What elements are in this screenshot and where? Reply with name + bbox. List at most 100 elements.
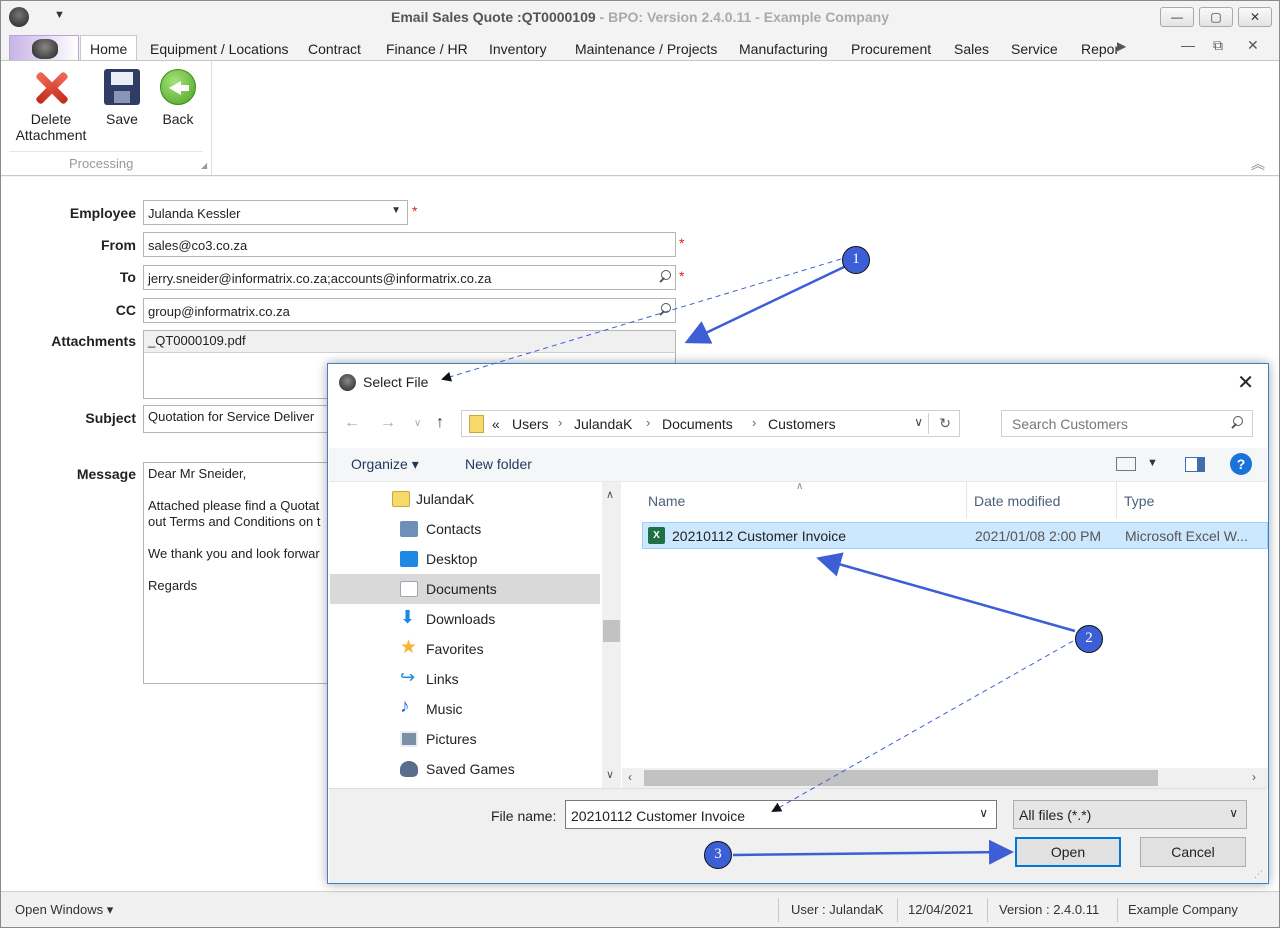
tab-reports[interactable]: Repor xyxy=(1081,41,1119,57)
nav-item-saved-games[interactable]: Saved Games xyxy=(330,754,600,784)
nav-item-music[interactable]: ♪ Music xyxy=(330,694,600,724)
dialog-close-button[interactable]: ✕ xyxy=(1237,370,1254,395)
tab-maintenance-projects[interactable]: Maintenance / Projects xyxy=(575,41,717,57)
navigation-scrollbar[interactable]: ∧ ∨ xyxy=(602,482,621,788)
up-arrow-icon[interactable]: ↑ xyxy=(436,414,444,432)
open-button[interactable]: Open xyxy=(1015,837,1121,867)
column-header-type[interactable]: Type xyxy=(1124,493,1154,509)
close-button[interactable]: ✕ xyxy=(1238,7,1272,27)
save-button[interactable]: Save xyxy=(103,69,141,127)
nav-item-label: JulandaK xyxy=(416,491,475,507)
callout-badge-2: 2 xyxy=(1075,625,1103,653)
view-dropdown-icon[interactable]: ▼ xyxy=(1147,457,1158,469)
tab-procurement[interactable]: Procurement xyxy=(851,41,931,57)
recent-locations-icon[interactable]: ∨ xyxy=(414,418,421,429)
scrollbar-thumb[interactable] xyxy=(644,770,1158,786)
tab-manufacturing[interactable]: Manufacturing xyxy=(739,41,828,57)
required-marker: * xyxy=(679,235,685,251)
search-customers-input[interactable]: Search Customers xyxy=(1001,410,1253,437)
new-folder-button[interactable]: New folder xyxy=(465,456,532,472)
breadcrumb-chevron-icon[interactable]: › xyxy=(752,415,756,430)
column-header-name[interactable]: Name xyxy=(648,493,685,509)
column-separator[interactable] xyxy=(966,482,967,518)
preview-pane-icon[interactable] xyxy=(1185,457,1205,472)
mdi-minimize-button[interactable]: — xyxy=(1181,37,1195,53)
file-name-input[interactable]: 20210112 Customer Invoice ∨ xyxy=(565,800,997,829)
nav-item-links[interactable]: ↪ Links xyxy=(330,664,600,694)
help-icon[interactable]: ? xyxy=(1230,453,1252,475)
chevron-down-icon[interactable]: ▼ xyxy=(391,205,401,216)
breadcrumb-chevron-icon[interactable]: › xyxy=(558,415,562,430)
mdi-close-button[interactable]: ✕ xyxy=(1247,37,1259,54)
breadcrumb-documents[interactable]: Documents xyxy=(662,416,733,432)
mdi-restore-button[interactable]: ⧉ xyxy=(1213,37,1223,54)
nav-item-documents[interactable]: Documents xyxy=(330,574,600,604)
tab-equipment-locations[interactable]: Equipment / Locations xyxy=(150,41,289,57)
status-date: 12/04/2021 xyxy=(908,902,974,917)
file-type-select[interactable]: All files (*.*) ∨ xyxy=(1013,800,1247,829)
breadcrumb-julandak[interactable]: JulandaK xyxy=(574,416,632,432)
attachment-item[interactable]: _QT0000109.pdf xyxy=(144,331,675,353)
tab-scroll-right-icon[interactable]: ▶ xyxy=(1117,39,1126,53)
scroll-down-icon[interactable]: ∨ xyxy=(606,768,614,781)
organize-menu[interactable]: Organize ▾ xyxy=(351,456,419,473)
from-label: From xyxy=(101,237,136,253)
address-bar[interactable]: « Users › JulandaK › Documents › Custome… xyxy=(461,410,960,437)
breadcrumb-chevron-icon[interactable]: › xyxy=(646,415,650,430)
nav-item-julandak[interactable]: JulandaK xyxy=(330,484,600,514)
scroll-up-icon[interactable]: ∧ xyxy=(606,488,614,501)
column-header-date-modified[interactable]: Date modified xyxy=(974,493,1060,509)
maximize-button[interactable]: ▢ xyxy=(1199,7,1233,27)
scrollbar-thumb[interactable] xyxy=(603,620,620,642)
search-icon[interactable] xyxy=(656,302,672,318)
file-type-cell: Microsoft Excel W... xyxy=(1125,528,1248,544)
breadcrumb-customers[interactable]: Customers xyxy=(768,416,836,432)
folder-icon xyxy=(469,415,484,433)
file-row[interactable]: X 20210112 Customer Invoice 2021/01/08 2… xyxy=(642,522,1268,549)
breadcrumb-users[interactable]: Users xyxy=(512,416,549,432)
tab-service[interactable]: Service xyxy=(1011,41,1058,57)
desktop-icon xyxy=(400,551,418,567)
dialog-app-icon xyxy=(339,374,356,391)
scroll-left-icon[interactable]: ‹ xyxy=(628,770,632,784)
nav-item-desktop[interactable]: Desktop xyxy=(330,544,600,574)
title-bar: ▼ Email Sales Quote :QT0000109 - BPO: Ve… xyxy=(1,1,1279,33)
chevron-down-icon[interactable]: ∨ xyxy=(1229,806,1238,820)
cc-input[interactable]: group@informatrix.co.za xyxy=(143,298,676,323)
column-separator[interactable] xyxy=(1116,482,1117,518)
tab-inventory[interactable]: Inventory xyxy=(489,41,547,57)
group-launcher-icon[interactable]: ◢ xyxy=(201,161,207,170)
view-options-icon[interactable] xyxy=(1116,457,1136,471)
chevron-down-icon[interactable]: ∨ xyxy=(979,806,988,820)
collapse-ribbon-icon[interactable]: ︽ xyxy=(1251,154,1265,174)
search-icon[interactable] xyxy=(1228,415,1244,431)
back-arrow-icon[interactable]: ← xyxy=(344,414,360,432)
file-list-horizontal-scrollbar[interactable]: ‹ › xyxy=(622,768,1268,788)
resize-grip-icon[interactable]: ⋰ xyxy=(1254,869,1263,880)
employee-dropdown[interactable]: Julanda Kessler ▼ xyxy=(143,200,408,225)
tab-finance-hr[interactable]: Finance / HR xyxy=(386,41,468,57)
cancel-button[interactable]: Cancel xyxy=(1140,837,1246,867)
from-input[interactable]: sales@co3.co.za xyxy=(143,232,676,257)
nav-item-downloads[interactable]: ⬇ Downloads xyxy=(330,604,600,634)
minimize-button[interactable]: — xyxy=(1160,7,1194,27)
nav-item-contacts[interactable]: Contacts xyxy=(330,514,600,544)
search-icon[interactable] xyxy=(656,269,672,285)
delete-attachment-button[interactable]: Delete Attachment xyxy=(15,69,87,143)
back-button[interactable]: Back xyxy=(159,69,197,127)
to-input[interactable]: jerry.sneider@informatrix.co.za;accounts… xyxy=(143,265,676,290)
application-menu-button[interactable] xyxy=(9,35,79,61)
tab-home[interactable]: Home xyxy=(80,35,138,62)
scroll-right-icon[interactable]: › xyxy=(1252,770,1256,784)
forward-arrow-icon[interactable]: → xyxy=(380,414,396,432)
tab-sales[interactable]: Sales xyxy=(954,41,989,57)
breadcrumb-prefix[interactable]: « xyxy=(492,416,500,432)
tab-contract[interactable]: Contract xyxy=(308,41,361,57)
open-windows-menu[interactable]: Open Windows ▾ xyxy=(15,902,113,918)
refresh-icon[interactable]: ↻ xyxy=(939,415,951,432)
nav-item-favorites[interactable]: ★ Favorites xyxy=(330,634,600,664)
nav-item-pictures[interactable]: Pictures xyxy=(330,724,600,754)
address-history-dropdown-icon[interactable]: ∨ xyxy=(914,415,923,429)
cc-label: CC xyxy=(115,302,136,318)
ribbon-group-divider xyxy=(9,151,203,152)
